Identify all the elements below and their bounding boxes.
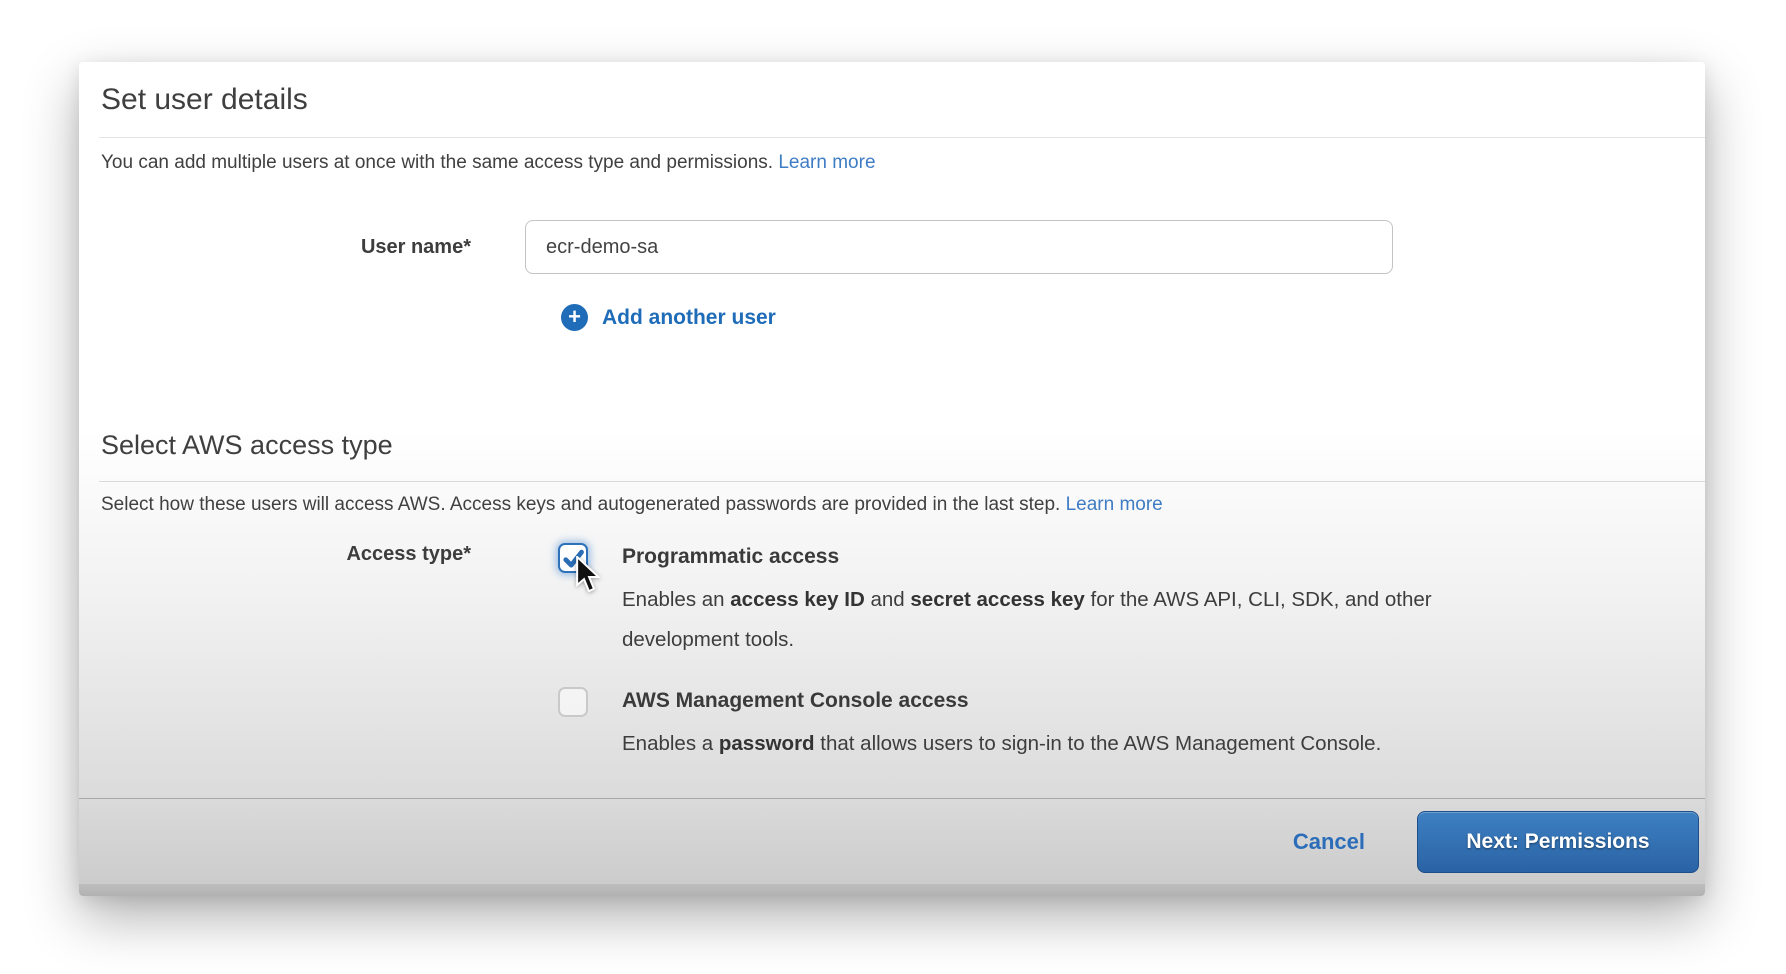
user-details-intro: You can add multiple users at once with … [101,150,1681,176]
username-label: User name* [79,236,525,259]
add-user-wizard-card: Set user details You can add multiple us… [79,62,1705,896]
programmatic-access-label: Programmatic access [622,540,1482,574]
username-input[interactable] [525,220,1393,274]
programmatic-access-description: Enables an access key ID and secret acce… [622,580,1482,660]
access-type-heading: Select AWS access type [101,427,1681,463]
user-details-intro-text: You can add multiple users at once with … [101,152,778,173]
learn-more-link-access-type[interactable]: Learn more [1066,494,1163,515]
add-another-user-button[interactable]: + Add another user [561,304,776,331]
page-title: Set user details [101,78,1681,122]
console-access-checkbox[interactable] [558,687,588,717]
add-another-user-label: Add another user [602,306,776,330]
access-type-intro: Select how these users will access AWS. … [101,492,1681,518]
title-divider [99,137,1705,138]
plus-circle-icon: + [561,304,588,331]
access-type-options: Programmatic access Enables an access ke… [558,540,1482,764]
access-type-label: Access type* [79,540,525,566]
programmatic-access-checkbox[interactable] [558,543,588,573]
username-row: User name* [79,220,1705,274]
access-type-row: Access type* Programmatic access Enables… [79,540,1705,764]
access-type-intro-text: Select how these users will access AWS. … [101,494,1066,515]
option-console-access: AWS Management Console access Enables a … [558,684,1482,764]
programmatic-access-text: Programmatic access Enables an access ke… [622,540,1482,660]
wizard-footer: Cancel Next: Permissions [79,798,1705,884]
access-type-divider [99,481,1705,482]
console-access-text: AWS Management Console access Enables a … [622,684,1381,764]
console-access-description: Enables a password that allows users to … [622,724,1381,764]
card-bottom-edge [79,884,1705,896]
checkmark-icon [563,549,585,569]
wizard-content: Set user details You can add multiple us… [79,62,1705,798]
cancel-button[interactable]: Cancel [1293,829,1365,855]
learn-more-link-user-details[interactable]: Learn more [778,152,875,173]
option-programmatic-access: Programmatic access Enables an access ke… [558,540,1482,660]
next-permissions-button[interactable]: Next: Permissions [1417,811,1699,873]
console-access-label: AWS Management Console access [622,684,1381,718]
